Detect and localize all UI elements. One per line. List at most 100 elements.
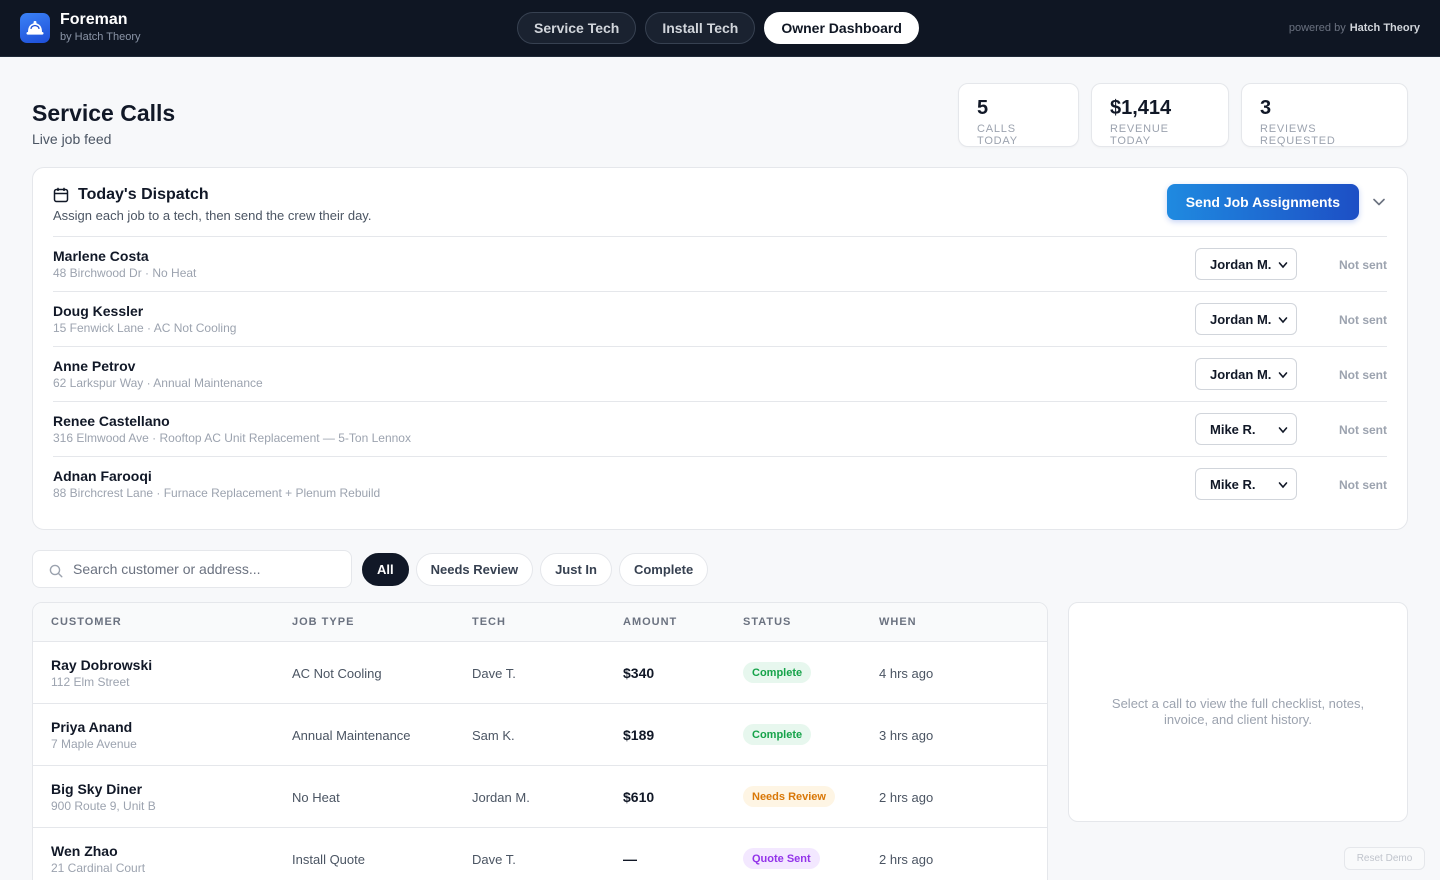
stat-card-reviews-requested: 3 REVIEWS REQUESTED [1241,83,1408,147]
powered-by: powered by Hatch Theory [1289,22,1420,34]
chevron-down-icon [1278,372,1288,379]
status-filters: All Needs Review Just In Complete [362,553,709,586]
customer-name: Wen Zhao [51,843,118,859]
filter-complete[interactable]: Complete [618,553,709,586]
powered-by-brand: Hatch Theory [1349,22,1420,34]
dispatch-row: Anne Petrov 62 Larkspur Way · Annual Mai… [53,346,1387,401]
app-byline: by Hatch Theory [60,31,141,43]
table-header: CUSTOMER JOB TYPE TECH AMOUNT STATUS WHE… [33,603,1047,642]
stat-label: REVIEWS REQUESTED [1260,123,1336,147]
dispatch-title: Today's Dispatch [53,186,371,204]
chevron-down-icon [1278,262,1288,269]
customer-name: Big Sky Diner [51,781,143,797]
tab-owner-dashboard[interactable]: Owner Dashboard [764,12,919,44]
assignment-status: Not sent [1339,368,1387,382]
stat-value: 3 [1260,97,1272,119]
tech-select[interactable]: Mike R. [1195,468,1297,500]
tech-select-value: Jordan M. [1210,256,1272,272]
job-when: 3 hrs ago [879,728,934,743]
top-bar: Foreman by Hatch Theory Service Tech Ins… [0,0,1440,57]
filter-needs-review[interactable]: Needs Review [415,553,534,586]
search-box [32,550,352,588]
dispatch-row: Marlene Costa 48 Birchwood Dr · No Heat … [53,236,1387,291]
dispatch-customer-name: Doug Kessler [53,303,144,319]
filter-all[interactable]: All [362,553,409,586]
column-header-tech[interactable]: TECH [472,616,506,628]
stat-value: 5 [977,97,989,119]
stat-label: REVENUE TODAY [1110,123,1169,147]
reset-demo-button[interactable]: Reset Demo [1344,847,1425,870]
assignment-status: Not sent [1339,478,1387,492]
search-input[interactable] [73,551,343,587]
hard-hat-logo-icon [20,12,50,43]
dispatch-job-meta: 48 Birchwood Dr · No Heat [53,266,197,280]
call-detail-panel: Select a call to view the full checklist… [1068,602,1408,822]
column-header-job-type[interactable]: JOB TYPE [292,616,354,628]
page-title: Service Calls [32,100,176,126]
tech-select[interactable]: Mike R. [1195,413,1297,445]
table-row[interactable]: Big Sky Diner 900 Route 9, Unit B No Hea… [33,766,1047,828]
chevron-down-icon [1278,427,1288,434]
stat-label: CALLS TODAY [977,123,1018,147]
calendar-icon [53,187,69,203]
assignment-status: Not sent [1339,313,1387,327]
table-row[interactable]: Wen Zhao 21 Cardinal Court Install Quote… [33,828,1047,880]
job-amount: $340 [623,665,655,681]
job-amount: — [623,851,637,867]
tab-service-tech[interactable]: Service Tech [517,12,637,44]
customer-address: 21 Cardinal Court [51,861,146,875]
job-amount: $189 [623,727,655,743]
dispatch-title-text: Today's Dispatch [78,186,209,203]
column-header-customer[interactable]: CUSTOMER [51,616,122,628]
tech-select[interactable]: Jordan M. [1195,248,1297,280]
table-row[interactable]: Priya Anand 7 Maple Avenue Annual Mainte… [33,704,1047,766]
dispatch-panel: Today's Dispatch Assign each job to a te… [32,167,1408,530]
tech-select-value: Jordan M. [1210,366,1272,382]
customer-name: Ray Dobrowski [51,657,153,673]
customer-address: 7 Maple Avenue [51,737,137,751]
search-icon [49,564,63,578]
send-job-assignments-button[interactable]: Send Job Assignments [1166,184,1359,220]
dispatch-customer-name: Anne Petrov [53,358,136,374]
tech-name: Jordan M. [472,790,530,805]
tech-select[interactable]: Jordan M. [1195,358,1297,390]
app-name: Foreman [60,11,128,28]
dispatch-customer-name: Renee Castellano [53,413,170,429]
stat-card-calls-today: 5 CALLS TODAY [958,83,1079,147]
service-calls-table: CUSTOMER JOB TYPE TECH AMOUNT STATUS WHE… [32,602,1048,880]
dispatch-job-meta: 62 Larkspur Way · Annual Maintenance [53,376,263,390]
detail-empty-state: Select a call to view the full checklist… [1111,696,1365,727]
tech-name: Dave T. [472,852,516,867]
chevron-down-icon [1278,482,1288,489]
filter-just-in[interactable]: Just In [540,553,612,586]
mode-tabs: Service Tech Install Tech Owner Dashboar… [517,12,919,44]
dispatch-row: Renee Castellano 316 Elmwood Ave · Rooft… [53,401,1387,456]
job-amount: $610 [623,789,655,805]
job-type: Install Quote [292,852,365,867]
dispatch-job-meta: 15 Fenwick Lane · AC Not Cooling [53,321,237,335]
tech-name: Sam K. [472,728,515,743]
column-header-amount[interactable]: AMOUNT [623,616,677,628]
customer-name: Priya Anand [51,719,133,735]
tab-install-tech[interactable]: Install Tech [645,12,756,44]
stat-card-revenue-today: $1,414 REVENUE TODAY [1091,83,1229,147]
dispatch-description: Assign each job to a tech, then send the… [53,208,372,223]
dispatch-list: Marlene Costa 48 Birchwood Dr · No Heat … [53,236,1387,511]
status-badge: Complete [743,662,812,683]
status-badge: Complete [743,724,812,745]
tech-select-value: Mike R. [1210,421,1256,437]
tech-select[interactable]: Jordan M. [1195,303,1297,335]
customer-address: 112 Elm Street [51,675,130,689]
chevron-down-icon[interactable] [1371,194,1387,210]
dispatch-customer-name: Adnan Farooqi [53,468,152,484]
tech-select-value: Jordan M. [1210,311,1272,327]
chevron-down-icon [1278,317,1288,324]
column-header-when[interactable]: WHEN [879,616,917,628]
table-row[interactable]: Ray Dobrowski 112 Elm Street AC Not Cool… [33,642,1047,704]
column-header-status[interactable]: STATUS [743,616,791,628]
brand[interactable]: Foreman by Hatch Theory [20,12,141,43]
tech-name: Dave T. [472,666,516,681]
dispatch-header: Today's Dispatch Assign each job to a te… [53,186,371,223]
stat-value: $1,414 [1110,97,1172,119]
powered-by-prefix: powered by [1288,22,1346,34]
